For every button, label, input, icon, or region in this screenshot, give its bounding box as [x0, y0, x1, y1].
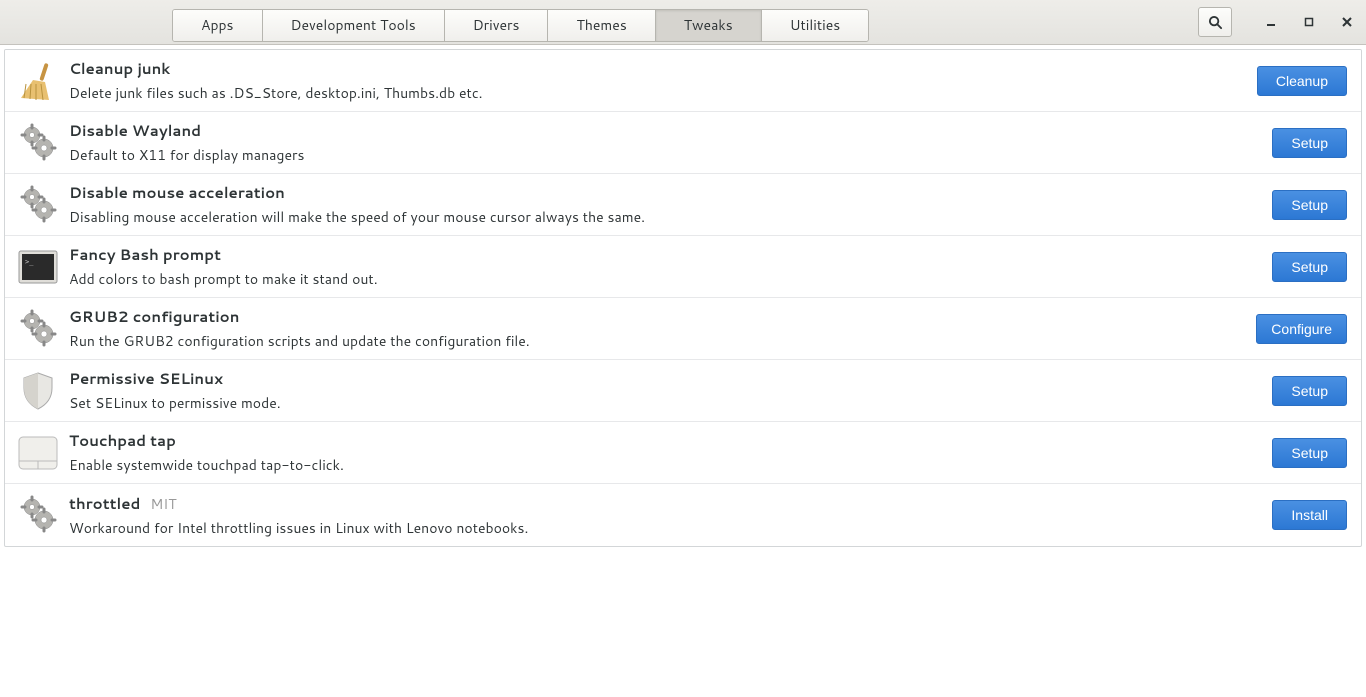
setup-button[interactable]: Setup [1272, 438, 1347, 468]
item-desc: Run the GRUB2 configuration scripts and … [69, 331, 1256, 351]
tab-tweaks[interactable]: Tweaks [656, 10, 762, 41]
tab-drivers[interactable]: Drivers [445, 10, 549, 41]
gears-icon [13, 183, 63, 227]
gears-icon [13, 307, 63, 351]
list-item[interactable]: >_ Fancy Bash prompt Add colors to bash … [5, 236, 1361, 298]
item-title: Cleanup junk [69, 58, 170, 79]
configure-button[interactable]: Configure [1256, 314, 1347, 344]
tab-development-tools[interactable]: Development Tools [263, 10, 445, 41]
maximize-button[interactable] [1302, 15, 1316, 29]
install-button[interactable]: Install [1272, 500, 1347, 530]
item-desc: Delete junk files such as .DS_Store, des… [69, 83, 1257, 103]
close-button[interactable] [1340, 15, 1354, 29]
item-title: Permissive SELinux [69, 368, 223, 389]
item-tag: MIT [150, 494, 176, 514]
item-desc: Set SELinux to permissive mode. [69, 393, 1272, 413]
search-button[interactable] [1198, 7, 1232, 37]
tab-themes[interactable]: Themes [548, 10, 655, 41]
item-desc: Workaround for Intel throttling issues i… [69, 518, 1272, 538]
list-item[interactable]: Cleanup junk Delete junk files such as .… [5, 50, 1361, 112]
maximize-icon [1304, 17, 1314, 27]
minimize-icon [1266, 17, 1276, 27]
terminal-icon: >_ [13, 245, 63, 289]
item-title: Fancy Bash prompt [69, 244, 221, 265]
item-title: throttled [69, 493, 140, 514]
close-icon [1342, 17, 1352, 27]
item-desc: Add colors to bash prompt to make it sta… [69, 269, 1272, 289]
setup-button[interactable]: Setup [1272, 376, 1347, 406]
item-title: GRUB2 configuration [69, 306, 239, 327]
tab-utilities[interactable]: Utilities [762, 10, 869, 41]
tweaks-list: Cleanup junk Delete junk files such as .… [4, 49, 1362, 547]
tab-bar: Apps Development Tools Drivers Themes Tw… [172, 9, 869, 42]
minimize-button[interactable] [1264, 15, 1278, 29]
list-item[interactable]: GRUB2 configuration Run the GRUB2 config… [5, 298, 1361, 360]
gears-icon [13, 493, 63, 537]
item-desc: Default to X11 for display managers [69, 145, 1272, 165]
gears-icon [13, 121, 63, 165]
search-icon [1208, 15, 1223, 30]
touchpad-icon [13, 431, 63, 475]
item-title: Disable Wayland [69, 120, 201, 141]
broom-icon [13, 59, 63, 103]
list-item[interactable]: Touchpad tap Enable systemwide touchpad … [5, 422, 1361, 484]
list-item[interactable]: throttled MIT Workaround for Intel throt… [5, 484, 1361, 546]
item-desc: Enable systemwide touchpad tap-to-click. [69, 455, 1272, 475]
item-title: Disable mouse acceleration [69, 182, 285, 203]
setup-button[interactable]: Setup [1272, 190, 1347, 220]
list-item[interactable]: Disable Wayland Default to X11 for displ… [5, 112, 1361, 174]
setup-button[interactable]: Setup [1272, 128, 1347, 158]
item-desc: Disabling mouse acceleration will make t… [69, 207, 1272, 227]
svg-text:>_: >_ [25, 258, 34, 266]
list-item[interactable]: Disable mouse acceleration Disabling mou… [5, 174, 1361, 236]
shield-icon [13, 369, 63, 413]
setup-button[interactable]: Setup [1272, 252, 1347, 282]
cleanup-button[interactable]: Cleanup [1257, 66, 1347, 96]
item-title: Touchpad tap [69, 430, 176, 451]
header-bar: Apps Development Tools Drivers Themes Tw… [0, 0, 1366, 45]
tab-apps[interactable]: Apps [173, 10, 263, 41]
list-item[interactable]: Permissive SELinux Set SELinux to permis… [5, 360, 1361, 422]
